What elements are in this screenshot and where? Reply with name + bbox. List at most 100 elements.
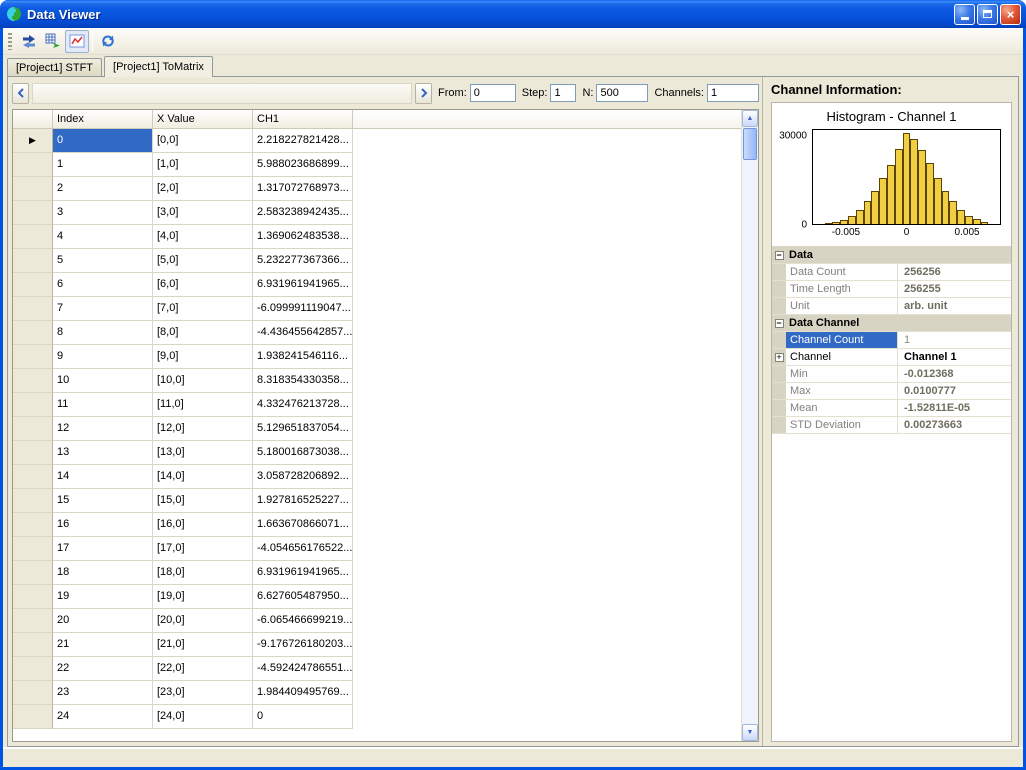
property-label[interactable]: Channel: [786, 349, 898, 365]
row-header[interactable]: [13, 417, 53, 441]
cell-ch1[interactable]: 1.369062483538...: [253, 225, 353, 249]
cell-ch1[interactable]: -4.436455642857...: [253, 321, 353, 345]
cell-index[interactable]: 8: [53, 321, 153, 345]
table-row[interactable]: 15[15,0]1.927816525227...: [13, 489, 758, 513]
cell-ch1[interactable]: 1.984409495769...: [253, 681, 353, 705]
cell-ch1[interactable]: -6.099991119047...: [253, 297, 353, 321]
row-header[interactable]: [13, 345, 53, 369]
scroll-up-icon[interactable]: ▲: [742, 110, 758, 127]
property-label[interactable]: Min: [786, 366, 898, 382]
cell-ch1[interactable]: 5.988023686899...: [253, 153, 353, 177]
position-track[interactable]: [32, 83, 412, 104]
table-row[interactable]: 16[16,0]1.663670866071...: [13, 513, 758, 537]
cell-xvalue[interactable]: [19,0]: [153, 585, 253, 609]
cell-index[interactable]: 14: [53, 465, 153, 489]
stft-transform-icon[interactable]: [17, 30, 41, 53]
cell-ch1[interactable]: 0: [253, 705, 353, 729]
cell-xvalue[interactable]: [13,0]: [153, 441, 253, 465]
cell-xvalue[interactable]: [12,0]: [153, 417, 253, 441]
table-row[interactable]: 11[11,0]4.332476213728...: [13, 393, 758, 417]
plot-viewer-icon[interactable]: [65, 30, 89, 53]
property-row-data-count[interactable]: Data Count256256: [772, 264, 1011, 281]
row-header[interactable]: [13, 489, 53, 513]
row-header[interactable]: [13, 561, 53, 585]
cell-index[interactable]: 23: [53, 681, 153, 705]
cell-xvalue[interactable]: [11,0]: [153, 393, 253, 417]
property-label[interactable]: Unit: [786, 298, 898, 314]
cell-xvalue[interactable]: [3,0]: [153, 201, 253, 225]
tab-project1-stft[interactable]: [Project1] STFT: [7, 58, 102, 76]
property-row-channel[interactable]: +ChannelChannel 1: [772, 349, 1011, 366]
collapse-icon[interactable]: −: [775, 319, 784, 328]
cell-xvalue[interactable]: [16,0]: [153, 513, 253, 537]
row-header[interactable]: [13, 297, 53, 321]
property-label[interactable]: Mean: [786, 400, 898, 416]
row-header[interactable]: ▶: [13, 129, 53, 153]
cell-index[interactable]: 22: [53, 657, 153, 681]
table-row[interactable]: 7[7,0]-6.099991119047...: [13, 297, 758, 321]
table-row[interactable]: 21[21,0]-9.176726180203...: [13, 633, 758, 657]
row-header[interactable]: [13, 153, 53, 177]
row-header[interactable]: [13, 513, 53, 537]
scroll-down-icon[interactable]: ▼: [742, 724, 758, 741]
row-header[interactable]: [13, 249, 53, 273]
property-value[interactable]: 1: [898, 332, 1011, 348]
cell-index[interactable]: 20: [53, 609, 153, 633]
scroll-left-button[interactable]: [12, 83, 29, 104]
cell-index[interactable]: 21: [53, 633, 153, 657]
cell-index[interactable]: 9: [53, 345, 153, 369]
cell-ch1[interactable]: 1.663670866071...: [253, 513, 353, 537]
cell-index[interactable]: 2: [53, 177, 153, 201]
cell-xvalue[interactable]: [5,0]: [153, 249, 253, 273]
row-header[interactable]: [13, 369, 53, 393]
row-header[interactable]: [13, 177, 53, 201]
vertical-scrollbar[interactable]: ▲ ▼: [741, 110, 758, 741]
table-row[interactable]: 14[14,0]3.058728206892...: [13, 465, 758, 489]
cell-xvalue[interactable]: [15,0]: [153, 489, 253, 513]
property-label[interactable]: Time Length: [786, 281, 898, 297]
title-bar[interactable]: Data Viewer ×: [0, 0, 1026, 28]
cell-index[interactable]: 12: [53, 417, 153, 441]
cell-xvalue[interactable]: [4,0]: [153, 225, 253, 249]
cell-index[interactable]: 15: [53, 489, 153, 513]
collapse-icon[interactable]: −: [775, 251, 784, 260]
cell-ch1[interactable]: -9.176726180203...: [253, 633, 353, 657]
cell-index[interactable]: 10: [53, 369, 153, 393]
cell-ch1[interactable]: 1.938241546116...: [253, 345, 353, 369]
cell-index[interactable]: 3: [53, 201, 153, 225]
property-value[interactable]: Channel 1: [898, 349, 1011, 365]
property-value[interactable]: arb. unit: [898, 298, 1011, 314]
cell-ch1[interactable]: 6.931961941965...: [253, 561, 353, 585]
cell-ch1[interactable]: 1.317072768973...: [253, 177, 353, 201]
refresh-icon[interactable]: [96, 30, 120, 53]
table-row[interactable]: 24[24,0]0: [13, 705, 758, 729]
cell-ch1[interactable]: -4.592424786551...: [253, 657, 353, 681]
table-row[interactable]: 13[13,0]5.180016873038...: [13, 441, 758, 465]
property-value[interactable]: 256256: [898, 264, 1011, 280]
property-row-time-length[interactable]: Time Length256255: [772, 281, 1011, 298]
table-row[interactable]: 2[2,0]1.317072768973...: [13, 177, 758, 201]
scroll-right-button[interactable]: [415, 83, 432, 104]
scrollbar-thumb[interactable]: [743, 128, 757, 160]
toolbar-grip[interactable]: [8, 33, 12, 50]
column-header-xvalue[interactable]: X Value: [153, 110, 253, 129]
cell-ch1[interactable]: -4.054656176522...: [253, 537, 353, 561]
cell-ch1[interactable]: 6.931961941965...: [253, 273, 353, 297]
table-row[interactable]: 5[5,0]5.232277367366...: [13, 249, 758, 273]
property-value[interactable]: -0.012368: [898, 366, 1011, 382]
property-group-data[interactable]: −Data: [772, 247, 1011, 264]
n-input[interactable]: [596, 84, 648, 102]
cell-ch1[interactable]: 5.129651837054...: [253, 417, 353, 441]
cell-xvalue[interactable]: [7,0]: [153, 297, 253, 321]
property-value[interactable]: 256255: [898, 281, 1011, 297]
cell-xvalue[interactable]: [0,0]: [153, 129, 253, 153]
property-group-data-channel[interactable]: −Data Channel: [772, 315, 1011, 332]
column-header-index[interactable]: Index: [53, 110, 153, 129]
table-row[interactable]: 19[19,0]6.627605487950...: [13, 585, 758, 609]
property-label[interactable]: Channel Count: [786, 332, 898, 348]
table-row[interactable]: 18[18,0]6.931961941965...: [13, 561, 758, 585]
row-header[interactable]: [13, 609, 53, 633]
cell-index[interactable]: 6: [53, 273, 153, 297]
maximize-button[interactable]: [977, 4, 998, 25]
cell-ch1[interactable]: 5.180016873038...: [253, 441, 353, 465]
